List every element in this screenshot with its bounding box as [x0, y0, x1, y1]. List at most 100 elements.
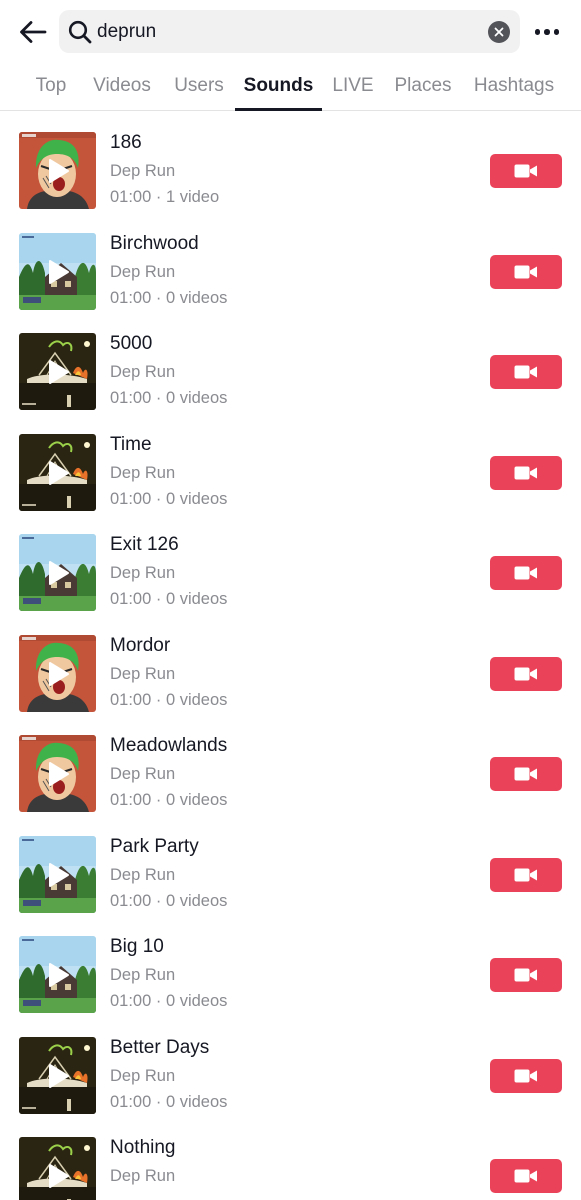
sound-row[interactable]: Park Party Dep Run 01:00 · 0 videos [0, 815, 581, 915]
sound-title: Nothing [110, 1137, 176, 1158]
sound-cover-art[interactable] [19, 333, 96, 410]
use-sound-button[interactable] [490, 1159, 562, 1193]
video-camera-icon [514, 365, 537, 379]
sound-row[interactable]: Time Dep Run 01:00 · 0 videos [0, 413, 581, 513]
tab-hashtags[interactable]: Hashtags [468, 64, 560, 110]
use-sound-button[interactable] [490, 355, 562, 389]
play-icon[interactable] [48, 259, 70, 285]
sound-row[interactable]: Mordor Dep Run 01:00 · 0 videos [0, 614, 581, 714]
use-sound-button[interactable] [490, 656, 562, 691]
use-sound-button[interactable] [490, 757, 562, 791]
use-sound-button[interactable] [490, 455, 562, 490]
search-tabs: Top Videos Users Sounds LIVE Places Hash… [0, 64, 581, 111]
use-sound-button[interactable] [490, 1058, 562, 1093]
sound-artist: Dep Run [110, 564, 176, 582]
sound-cover-art[interactable] [19, 1036, 96, 1114]
video-camera-icon [514, 1169, 537, 1183]
play-icon[interactable] [48, 761, 70, 787]
video-camera-icon [514, 767, 537, 781]
sound-duration-and-uses: 01:00 · 0 videos [110, 992, 228, 1010]
sound-duration-and-uses: 01:00 · 0 videos [110, 891, 228, 910]
sound-artist: Dep Run [110, 1066, 176, 1085]
sound-row[interactable]: Nothing Dep Run [0, 1116, 581, 1200]
tab-videos[interactable]: Videos [88, 64, 156, 110]
sound-title: Park Party [110, 835, 199, 857]
sound-artist: Dep Run [110, 765, 176, 783]
more-dots-icon [534, 29, 541, 35]
video-camera-icon [514, 968, 537, 982]
tab-sounds[interactable]: Sounds [235, 64, 322, 110]
video-camera-icon [514, 164, 537, 178]
sound-title: 186 [110, 132, 142, 153]
clear-x-icon [494, 27, 504, 37]
use-sound-button[interactable] [490, 556, 562, 590]
sound-row[interactable]: Big 10 Dep Run 01:00 · 0 videos [0, 915, 581, 1015]
sound-duration-and-uses: 01:00 · 0 videos [110, 1092, 228, 1111]
clear-search-button[interactable] [488, 21, 510, 43]
sound-title: Birchwood [110, 232, 199, 254]
use-sound-button[interactable] [490, 254, 562, 289]
search-input[interactable] [97, 10, 477, 53]
sound-row[interactable]: Exit 126 Dep Run 01:00 · 0 videos [0, 513, 581, 613]
sound-row[interactable]: 186 Dep Run 01:00 · 1 video [0, 111, 581, 211]
sound-cover-art[interactable] [19, 232, 96, 310]
sound-title: Meadowlands [110, 735, 228, 756]
tab-top[interactable]: Top [26, 64, 76, 110]
sound-row[interactable]: Birchwood Dep Run 01:00 · 0 videos [0, 212, 581, 312]
use-sound-button[interactable] [490, 154, 562, 188]
tab-live[interactable]: LIVE [328, 64, 378, 110]
search-bar[interactable] [59, 10, 520, 53]
play-icon[interactable] [48, 560, 70, 586]
use-sound-button[interactable] [490, 958, 562, 992]
back-button[interactable] [14, 14, 52, 50]
sound-cover-art[interactable] [19, 936, 96, 1013]
use-sound-button[interactable] [490, 857, 562, 892]
sound-title: 5000 [110, 333, 153, 354]
more-options-button[interactable] [530, 20, 564, 44]
sound-title: Big 10 [110, 936, 164, 957]
sound-artist: Dep Run [110, 162, 176, 180]
play-icon[interactable] [48, 962, 70, 988]
sound-cover-art[interactable] [19, 534, 96, 611]
sound-cover-art[interactable] [19, 634, 96, 712]
play-icon[interactable] [48, 661, 70, 687]
sound-artist: Dep Run [110, 865, 176, 884]
sound-row[interactable]: 5000 Dep Run 01:00 · 0 videos [0, 312, 581, 412]
tab-users[interactable]: Users [168, 64, 230, 110]
play-icon[interactable] [48, 359, 70, 385]
sound-cover-art[interactable] [19, 433, 96, 511]
sound-title: Exit 126 [110, 534, 179, 555]
more-dot [553, 29, 560, 35]
sound-artist: Dep Run [110, 1167, 176, 1185]
sound-title: Mordor [110, 634, 171, 656]
sound-cover-art[interactable] [19, 735, 96, 812]
sound-cover-art[interactable] [19, 835, 96, 913]
sound-duration-and-uses: 01:00 · 0 videos [110, 288, 228, 307]
sound-duration-and-uses: 01:00 · 1 video [110, 188, 220, 206]
sound-row[interactable]: Meadowlands Dep Run 01:00 · 0 videos [0, 714, 581, 814]
sound-cover-art[interactable] [19, 1137, 96, 1200]
sound-artist: Dep Run [110, 966, 176, 984]
video-camera-icon [514, 466, 537, 479]
tab-places[interactable]: Places [390, 64, 456, 110]
sound-title: Better Days [110, 1036, 210, 1058]
play-icon[interactable] [48, 862, 70, 888]
sound-row[interactable]: Better Days Dep Run 01:00 · 0 videos [0, 1016, 581, 1116]
video-camera-icon [514, 265, 537, 278]
sound-duration-and-uses: 01:00 · 0 videos [110, 791, 228, 809]
sound-duration-and-uses: 01:00 · 0 videos [110, 489, 228, 508]
sound-duration-and-uses: 01:00 · 0 videos [110, 690, 228, 709]
play-icon[interactable] [48, 1063, 70, 1089]
sound-duration-and-uses: 01:00 · 0 videos [110, 590, 228, 608]
play-icon[interactable] [48, 460, 70, 486]
sound-artist: Dep Run [110, 664, 176, 683]
search-icon [68, 20, 92, 44]
play-icon[interactable] [48, 1163, 70, 1189]
top-bar [0, 0, 581, 64]
sound-artist: Dep Run [110, 363, 176, 381]
sound-artist: Dep Run [110, 262, 176, 281]
more-dot [544, 29, 550, 35]
play-icon[interactable] [48, 158, 70, 184]
sound-cover-art[interactable] [19, 132, 96, 209]
arrow-left-icon [20, 21, 47, 43]
